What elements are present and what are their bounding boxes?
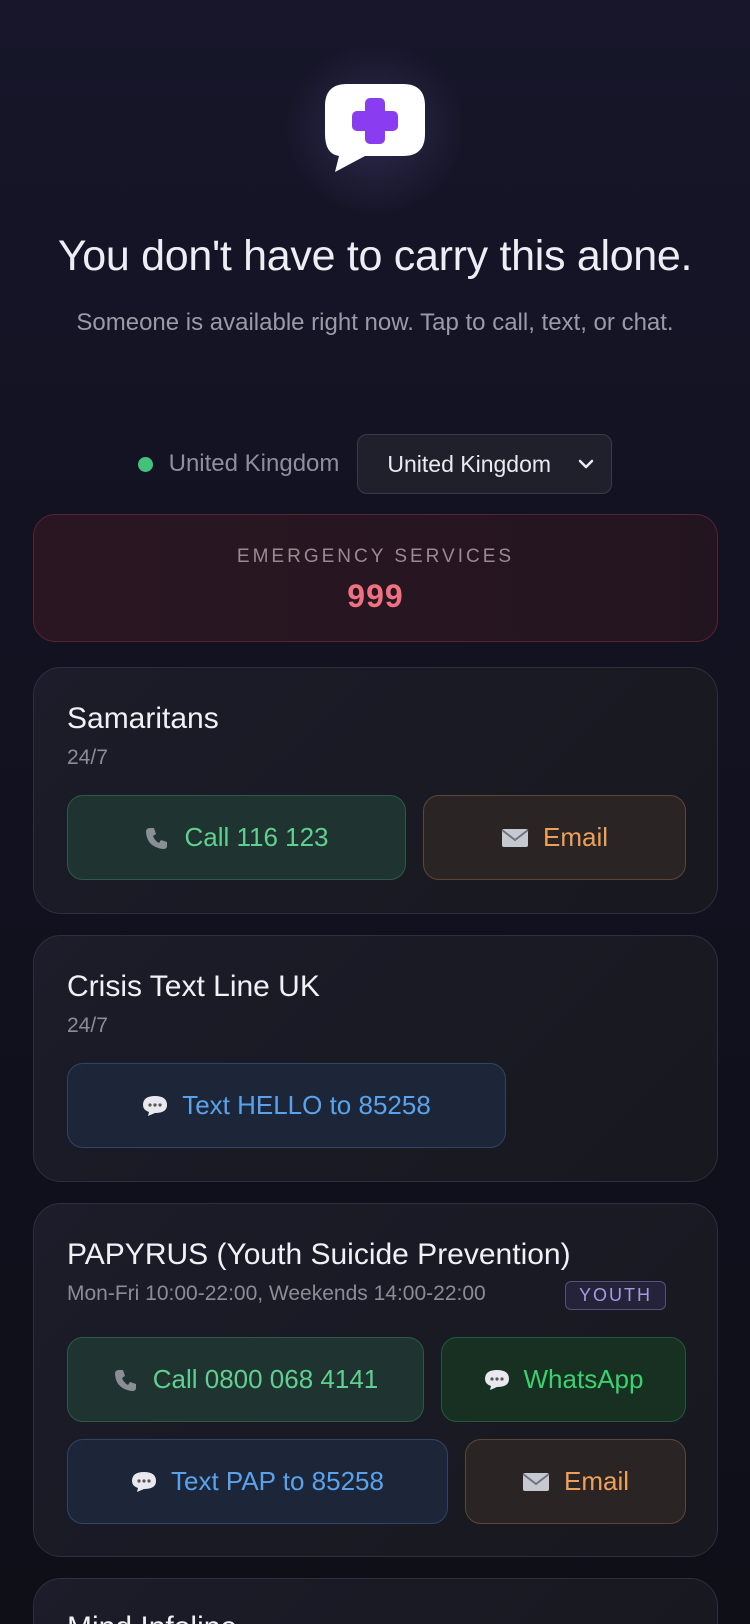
email-button-label: Email xyxy=(542,822,608,852)
service-hours: 24/7 xyxy=(67,1014,108,1037)
chat-icon xyxy=(132,1471,157,1492)
service-name: PAPYRUS (Youth Suicide Prevention) xyxy=(67,1238,571,1271)
country-select[interactable]: United Kingdom xyxy=(357,434,613,494)
emergency-services-card[interactable]: EMERGENCY SERVICES 999 xyxy=(33,514,718,642)
text-button-label: Text HELLO to 85258 xyxy=(182,1090,431,1120)
detected-country-label: United Kingdom xyxy=(168,450,340,477)
whatsapp-button-label: WhatsApp xyxy=(523,1364,644,1394)
emergency-number: 999 xyxy=(347,578,404,614)
country-row: United Kingdom United Kingdom xyxy=(0,434,750,494)
service-card-samaritans: Samaritans 24/7 Call 116 123 Email xyxy=(33,667,718,914)
text-button[interactable]: Text HELLO to 85258 xyxy=(67,1063,506,1148)
emergency-label: EMERGENCY SERVICES xyxy=(236,546,515,567)
crisis-support-screen: You don't have to carry this alone. Some… xyxy=(0,0,750,1624)
service-hours: 24/7 xyxy=(67,746,108,769)
country-select-value: United Kingdom xyxy=(387,450,552,477)
chevron-down-icon xyxy=(579,459,594,469)
chat-icon xyxy=(484,1369,509,1390)
email-icon xyxy=(522,1472,550,1491)
medical-chat-icon xyxy=(325,84,425,172)
call-button-label: Call 116 123 xyxy=(184,822,329,852)
call-button[interactable]: Call 116 123 xyxy=(67,795,406,880)
service-card-crisis-text-line: Crisis Text Line UK 24/7 Text HELLO to 8… xyxy=(33,935,718,1182)
text-button[interactable]: Text PAP to 85258 xyxy=(67,1439,448,1524)
status-dot xyxy=(137,456,153,472)
app-logo xyxy=(285,44,465,214)
page-subtitle: Someone is available right now. Tap to c… xyxy=(76,309,674,336)
service-hours: Mon-Fri 10:00-22:00, Weekends 14:00-22:0… xyxy=(67,1282,486,1305)
call-button[interactable]: Call 0800 068 4141 xyxy=(67,1337,424,1422)
service-name: Mind Infoline xyxy=(67,1611,237,1624)
phone-icon xyxy=(114,1369,136,1391)
email-button[interactable]: Email xyxy=(423,795,686,880)
service-name: Crisis Text Line UK xyxy=(67,970,320,1003)
service-card-papyrus: PAPYRUS (Youth Suicide Prevention) Mon-F… xyxy=(33,1203,718,1557)
email-icon xyxy=(501,828,529,847)
text-button-label: Text PAP to 85258 xyxy=(171,1466,384,1496)
chat-icon xyxy=(143,1095,168,1116)
service-card-mind-infoline: Mind Infoline xyxy=(33,1578,718,1624)
email-button[interactable]: Email xyxy=(465,1439,686,1524)
youth-badge: YOUTH xyxy=(565,1281,666,1310)
email-button-label: Email xyxy=(563,1466,629,1496)
whatsapp-button[interactable]: WhatsApp xyxy=(441,1337,686,1422)
call-button-label: Call 0800 068 4141 xyxy=(152,1364,379,1394)
service-name: Samaritans xyxy=(67,702,219,735)
phone-icon xyxy=(146,827,168,849)
page-title: You don't have to carry this alone. xyxy=(57,232,693,280)
